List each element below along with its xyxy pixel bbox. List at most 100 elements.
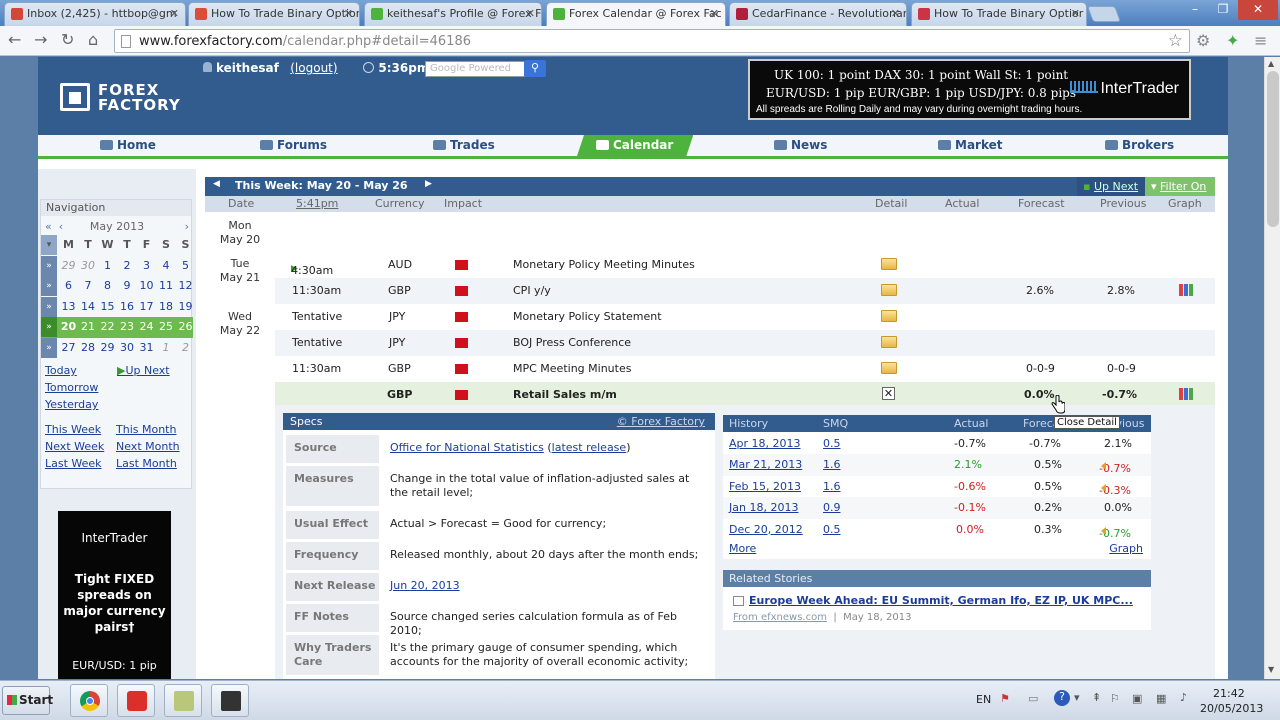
tray-device-icon[interactable]: ▣ [1132, 692, 1142, 705]
day-cell[interactable]: 18 [157, 297, 176, 317]
day-cell[interactable]: 24 [137, 317, 156, 337]
related-story-link[interactable]: Europe Week Ahead: EU Summit, German Ifo… [749, 594, 1133, 607]
day-cell[interactable]: 2 [176, 338, 195, 358]
week-select-icon[interactable]: » [41, 255, 57, 276]
taskbar-chrome[interactable] [70, 684, 108, 717]
last-month-link[interactable]: Last Month [116, 457, 177, 470]
tab-binary-options-2[interactable]: How To Trade Binary Optior ✕ [911, 2, 1087, 26]
username-link[interactable]: keithesaf [216, 61, 279, 75]
tray-options-icon[interactable]: ▾ [1074, 691, 1080, 704]
tab-gmail[interactable]: Inbox (2,425) - httbop@gm ✕ [4, 2, 186, 26]
address-bar[interactable]: www.forexfactory.com/calendar.php#detail… [114, 29, 1190, 53]
filter-button[interactable]: ▾ Filter On [1145, 177, 1215, 196]
close-icon[interactable]: ✕ [344, 3, 353, 25]
forexfactory-credit-link[interactable]: © Forex Factory [617, 413, 705, 430]
nav-forums[interactable]: Forums [260, 138, 327, 152]
intertrader-banner-ad[interactable]: UK 100: 1 point DAX 30: 1 point Wall St:… [748, 59, 1191, 120]
start-button[interactable]: Start [2, 686, 53, 715]
day-cell[interactable]: 29 [98, 338, 117, 358]
detail-folder-icon[interactable] [881, 362, 897, 374]
nav-market[interactable]: Market [938, 138, 1003, 152]
day-cell[interactable]: 17 [137, 297, 156, 317]
tray-acrobat-icon[interactable]: ⚑ [1000, 692, 1010, 705]
event-title[interactable]: MPC Meeting Minutes [513, 362, 631, 375]
tray-expand-icon[interactable]: ⇞ [1092, 691, 1101, 704]
page-scrollbar[interactable]: ▲ ▼ [1264, 57, 1280, 679]
week-select-icon[interactable]: » [41, 296, 57, 317]
prev-week-icon[interactable]: ◀ [213, 179, 220, 189]
this-month-link[interactable]: This Month [116, 423, 176, 436]
history-smq-link[interactable]: 0.9 [823, 501, 841, 514]
day-cell[interactable]: 16 [118, 297, 137, 317]
day-cell[interactable]: 12 [176, 276, 195, 296]
tray-time[interactable]: 21:42 [1213, 687, 1245, 700]
day-cell[interactable]: 9 [118, 276, 137, 296]
day-cell[interactable]: 26 [176, 317, 195, 337]
event-title[interactable]: CPI y/y [513, 284, 551, 297]
source-link[interactable]: Office for National Statistics [390, 441, 544, 454]
settings-gear-icon[interactable]: ⚙ [1196, 31, 1210, 50]
calendar-event-row[interactable]: ▶ 4:30am AUD Monetary Policy Meeting Minu… [275, 252, 1215, 278]
calendar-event-row[interactable]: Tentative JPY Monetary Policy Statement [275, 304, 1215, 330]
day-cell[interactable]: 31 [137, 338, 156, 358]
day-cell[interactable]: 8 [98, 276, 117, 296]
intertrader-side-ad[interactable]: InterTrader Tight FIXED spreads on major… [58, 511, 171, 679]
close-detail-icon[interactable]: ✕ [882, 387, 895, 400]
tab-binary-options[interactable]: How To Trade Binary Optior ✕ [188, 2, 360, 26]
maximize-button[interactable]: ❐ [1210, 0, 1236, 20]
url-text[interactable]: www.forexfactory.com/calendar.php#detail… [139, 34, 471, 49]
graph-icon[interactable] [1179, 284, 1193, 296]
calendar-event-row[interactable]: 11:30am GBP CPI y/y 2.6% 2.8% [275, 278, 1215, 304]
next-month-link[interactable]: Next Month [116, 440, 180, 453]
reload-icon[interactable]: ↻ [61, 31, 74, 49]
history-date-link[interactable]: Feb 15, 2013 [729, 480, 801, 493]
detail-folder-icon[interactable] [881, 258, 897, 270]
day-cell[interactable]: 14 [79, 297, 98, 317]
next-month-icon[interactable]: › [185, 218, 189, 235]
day-cell[interactable]: 7 [79, 276, 98, 296]
day-cell[interactable]: 30 [79, 256, 98, 276]
tray-volume-icon[interactable]: ♪ [1180, 691, 1187, 704]
this-week-link[interactable]: This Week [45, 423, 101, 436]
day-cell[interactable]: 22 [98, 317, 117, 337]
menu-icon[interactable]: ≡ [1254, 31, 1267, 50]
calendar-event-row[interactable]: 11:30am GBP MPC Meeting Minutes 0-0-9 0-… [275, 356, 1215, 382]
forexfactory-logo[interactable]: FOREX FACTORY [60, 79, 180, 115]
day-cell[interactable]: 23 [118, 317, 137, 337]
next-release-link[interactable]: Jun 20, 2013 [390, 579, 460, 592]
event-title[interactable]: Monetary Policy Meeting Minutes [513, 258, 695, 271]
detail-folder-icon[interactable] [881, 310, 897, 322]
day-cell[interactable]: 30 [118, 338, 137, 358]
history-smq-link[interactable]: 0.5 [823, 437, 841, 450]
taskbar-app-notes[interactable] [164, 684, 202, 717]
event-title[interactable]: Retail Sales m/m [513, 388, 617, 401]
day-cell[interactable]: 1 [98, 256, 117, 276]
site-search-input[interactable]: Google Powered [425, 61, 525, 77]
up-next-link[interactable]: ▶Up Next [117, 364, 170, 377]
day-cell[interactable]: 15 [98, 297, 117, 317]
next-week-icon[interactable]: ▶ [425, 179, 432, 189]
new-tab-button[interactable] [1087, 6, 1121, 22]
detail-folder-icon[interactable] [881, 284, 897, 296]
day-cell[interactable]: 1 [157, 338, 176, 358]
nav-home[interactable]: Home [100, 138, 156, 152]
tray-network-icon[interactable]: ▦ [1156, 692, 1166, 705]
day-cell[interactable]: 27 [59, 338, 78, 358]
day-cell[interactable]: 29 [59, 256, 78, 276]
tray-help-icon[interactable]: ? [1054, 690, 1070, 706]
history-date-link[interactable]: Mar 21, 2013 [729, 458, 802, 471]
language-indicator[interactable]: EN [976, 693, 991, 706]
close-icon[interactable]: ✕ [526, 3, 535, 25]
tray-date[interactable]: 20/05/2013 [1200, 702, 1263, 715]
nav-calendar[interactable]: Calendar [576, 135, 693, 159]
week-select-icon[interactable]: » [41, 337, 57, 358]
day-cell[interactable]: 28 [79, 338, 98, 358]
nav-brokers[interactable]: Brokers [1105, 138, 1174, 152]
close-icon[interactable]: ✕ [710, 3, 719, 25]
tray-keyboard-icon[interactable]: ▭ [1028, 692, 1038, 705]
close-icon[interactable]: ✕ [1071, 3, 1080, 25]
week-select-icon[interactable]: » [41, 317, 57, 337]
day-cell[interactable]: 3 [137, 256, 156, 276]
history-date-link[interactable]: Apr 18, 2013 [729, 437, 801, 450]
next-week-link[interactable]: Next Week [45, 440, 104, 453]
